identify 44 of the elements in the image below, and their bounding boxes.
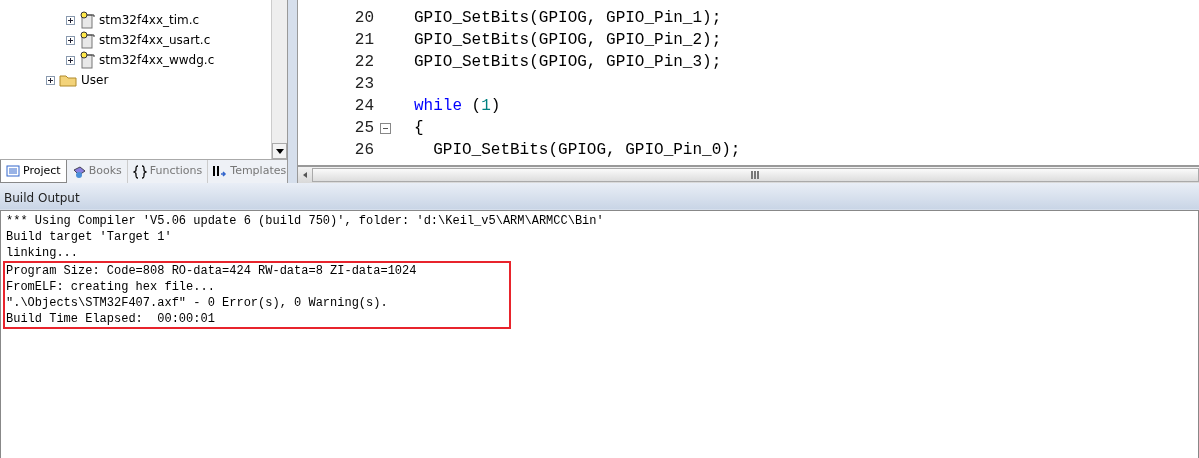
line-number: 20 [353, 8, 374, 29]
code-line: GPIO_SetBits(GPIOG, GPIO_Pin_3); [414, 52, 722, 73]
output-line: FromELF: creating hex file... [6, 279, 216, 295]
file-key-icon [79, 31, 95, 49]
output-line: Program Size: Code=808 RO-data=424 RW-data=8 ZI-data=1024 [6, 263, 418, 279]
braces-icon [132, 164, 147, 179]
panel-tab[interactable]: Project [0, 160, 67, 183]
output-line: *** Using Compiler 'V5.06 update 6 (build 750)', folder: 'd:\Keil_v5\ARM\ARMCC\Bin' [6, 213, 605, 229]
file-key-icon [79, 51, 95, 69]
line-number: 23 [353, 74, 374, 95]
expand-icon[interactable] [66, 15, 75, 25]
line-number: 21 [353, 30, 374, 51]
expand-icon[interactable] [66, 55, 75, 65]
scrollbar-thumb[interactable] [312, 168, 1199, 182]
template-icon [213, 164, 228, 179]
collapse-icon[interactable] [380, 122, 391, 134]
line-number: 22 [353, 52, 374, 73]
left-arrow-icon [303, 172, 307, 178]
tree-item[interactable]: stm32f4xx_usart.c [99, 31, 211, 49]
code-line: GPIO_SetBits(GPIOG, GPIO_Pin_2); [414, 30, 722, 51]
file-key-icon [79, 11, 95, 29]
code-line: while (1) [414, 96, 501, 117]
code-line: GPIO_SetBits(GPIOG, GPIO_Pin_0); [432, 140, 741, 161]
books-icon [71, 164, 86, 179]
folder-icon [59, 73, 77, 87]
output-line: Build target 'Target 1' [6, 229, 173, 245]
list-icon [6, 164, 20, 178]
output-line: linking... [6, 245, 79, 261]
panel-title: Build Output [0, 183, 1199, 209]
code-line: GPIO_SetBits(GPIOG, GPIO_Pin_1); [414, 8, 722, 29]
line-number: 26 [353, 140, 374, 161]
tree-item[interactable]: stm32f4xx_wwdg.c [99, 51, 215, 69]
code-line: { [414, 118, 424, 139]
tree-item[interactable]: stm32f4xx_tim.c [99, 11, 200, 29]
output-line: Build Time Elapsed: 00:00:01 [6, 311, 216, 327]
grip-icon [750, 171, 761, 179]
down-arrow-icon [275, 148, 284, 154]
line-number: 25 [353, 118, 374, 139]
line-number: 24 [353, 96, 374, 117]
tree-item[interactable]: User [81, 71, 109, 89]
scroll-down-button[interactable] [272, 143, 287, 159]
expand-icon[interactable] [46, 75, 55, 85]
expand-icon[interactable] [66, 35, 75, 45]
output-line: ".\Objects\STM32F407.axf" - 0 Error(s), 0 Warning(s). [6, 295, 389, 311]
